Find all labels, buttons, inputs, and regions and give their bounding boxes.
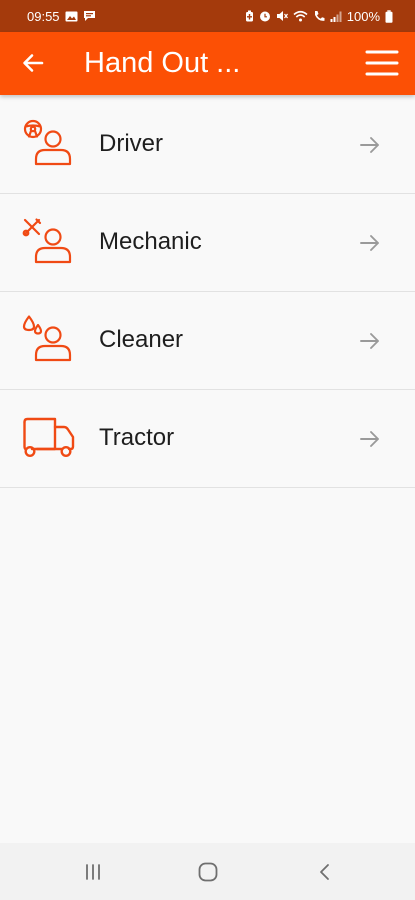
home-icon bbox=[198, 862, 218, 882]
cleaner-icon bbox=[22, 315, 72, 362]
list-item-label: Cleaner bbox=[99, 326, 184, 353]
app-bar: Hand Out ... bbox=[0, 32, 415, 95]
list-item-mechanic[interactable]: Mechanic bbox=[0, 194, 415, 292]
nav-back-button[interactable] bbox=[313, 861, 337, 883]
arrow-right-icon bbox=[360, 431, 379, 447]
list-item-cleaner[interactable]: Cleaner bbox=[0, 292, 415, 390]
back-arrow-icon bbox=[23, 54, 44, 72]
arrow-right-icon bbox=[360, 333, 379, 349]
status-left: 09:55 bbox=[27, 9, 96, 24]
status-right: 100% bbox=[245, 9, 393, 24]
recent-apps-button[interactable] bbox=[81, 861, 105, 883]
mute-icon bbox=[276, 10, 288, 22]
home-button[interactable] bbox=[196, 861, 220, 883]
menu-button[interactable] bbox=[364, 48, 400, 78]
recent-apps-icon bbox=[86, 864, 100, 880]
arrow-right-icon bbox=[360, 137, 379, 153]
back-button[interactable] bbox=[20, 50, 46, 76]
message-icon bbox=[83, 10, 96, 22]
gallery-icon bbox=[65, 11, 78, 22]
list-item-driver[interactable]: Driver bbox=[0, 96, 415, 194]
wifi-icon bbox=[293, 10, 308, 22]
arrow-right-icon bbox=[360, 235, 379, 251]
tractor-icon bbox=[23, 417, 75, 458]
system-nav-bar bbox=[0, 843, 415, 900]
battery-icon bbox=[385, 9, 393, 23]
battery-saver-icon bbox=[245, 10, 254, 22]
nav-back-icon bbox=[320, 864, 329, 880]
battery-percent: 100% bbox=[346, 8, 380, 24]
list-item-label: Mechanic bbox=[99, 228, 202, 255]
status-time: 09:55 bbox=[27, 8, 60, 24]
page-title: Hand Out ... bbox=[84, 47, 241, 79]
mechanic-icon bbox=[22, 218, 72, 264]
list-item-tractor[interactable]: Tractor bbox=[0, 390, 415, 488]
list-item-label: Tractor bbox=[99, 424, 175, 451]
list-item-label: Driver bbox=[99, 130, 163, 157]
call-icon bbox=[313, 10, 325, 22]
status-bar: 09:55 100% bbox=[0, 0, 415, 32]
signal-icon bbox=[330, 11, 342, 22]
alarm-icon bbox=[259, 10, 271, 22]
role-list: Driver Mechanic Cleaner Tractor bbox=[0, 96, 415, 488]
hamburger-menu-icon bbox=[365, 50, 399, 76]
driver-icon bbox=[23, 119, 72, 166]
